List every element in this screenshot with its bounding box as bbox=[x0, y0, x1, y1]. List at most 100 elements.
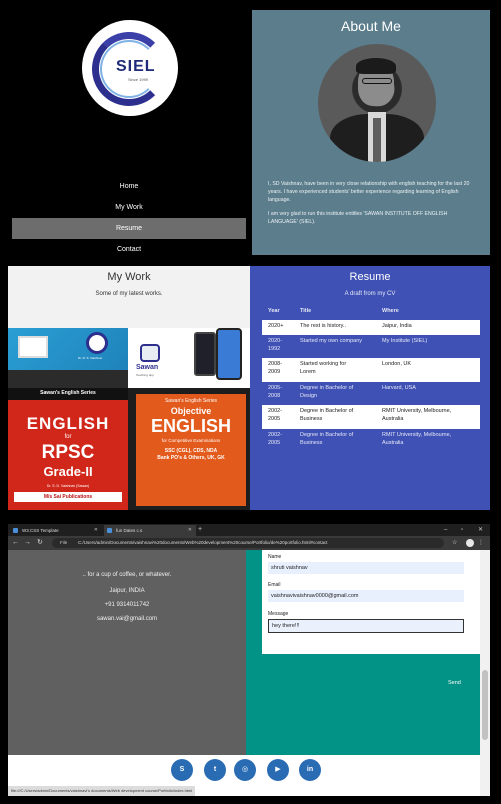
table-row: 2005- 2008 Degree in Bachelor of Design … bbox=[262, 382, 480, 405]
cell-title: Degree in Bachelor of Design bbox=[300, 385, 354, 399]
tab-label: W3.CSS Template bbox=[22, 528, 59, 533]
nav-item-resume[interactable]: Resume bbox=[12, 218, 246, 239]
resume-header-row: Year Title Where bbox=[262, 308, 480, 320]
maximize-icon[interactable]: ▫ bbox=[461, 525, 463, 535]
nav-item-my-work[interactable]: My Work bbox=[12, 197, 246, 218]
cell-where: London, UK bbox=[382, 361, 412, 367]
table-row: 2020- 1992 Started my own company My Ins… bbox=[262, 335, 480, 358]
table-row: 2008- 2009 Started working for Lorem Lon… bbox=[262, 358, 480, 382]
cell-title: Started working for Lorem bbox=[300, 361, 347, 375]
name-field[interactable]: shruti vaishnav bbox=[268, 562, 464, 574]
tab-label: fun Dates c.s bbox=[116, 528, 143, 533]
about-paragraph-1: I, SD Vaishnav, have been in very close … bbox=[268, 181, 470, 203]
skype-icon[interactable]: S bbox=[171, 759, 193, 781]
close-tab-icon[interactable]: ✕ bbox=[188, 525, 192, 536]
url-text: C:/Users/admin/Documents/vaishnavi%20doc… bbox=[78, 540, 328, 545]
middle-section: My Work Some of my latest works. Dr. R. … bbox=[0, 262, 501, 514]
tile-caption: Dr. R. S. Vaishnav bbox=[78, 356, 103, 360]
logo-tagline: Since 1999 bbox=[128, 77, 149, 82]
sidebar: SIEL Since 1999 Home My Work Resume Cont… bbox=[8, 10, 248, 255]
close-window-icon[interactable]: ✕ bbox=[478, 525, 483, 535]
resume-title: Resume bbox=[349, 271, 391, 283]
book-title-rpsc: RPSC bbox=[41, 442, 95, 463]
nav-item-contact[interactable]: Contact bbox=[12, 239, 246, 260]
cell-title: Degree in Bachelor of Business bbox=[300, 432, 354, 446]
tab-w3css-template[interactable]: W3.CSS Template ✕ bbox=[10, 525, 102, 536]
cell-where: Jaipur, India bbox=[382, 323, 412, 329]
back-arrow-icon[interactable]: ← bbox=[12, 539, 19, 547]
profile-avatar-icon[interactable] bbox=[466, 539, 474, 547]
contact-phone: +91 9314011742 bbox=[104, 602, 150, 608]
cell-where: RMIT University, Melbourne, Australia bbox=[382, 408, 452, 422]
table-row: 2002- 2005 Degree in Bachelor of Busines… bbox=[262, 429, 480, 453]
book-title-grade: Grade-II bbox=[43, 464, 93, 479]
url-field[interactable]: File C:/Users/admin/Documents/vaishnavi%… bbox=[52, 538, 444, 548]
work-subtitle: Some of my latest works. bbox=[95, 291, 163, 297]
cell-year: 2002- 2005 bbox=[268, 432, 283, 446]
address-bar: ← → ↻ File C:/Users/admin/Documents/vais… bbox=[8, 536, 490, 550]
work-tile-objective-book[interactable]: Sawan's English Series Objective ENGLISH… bbox=[128, 388, 250, 510]
minimize-icon[interactable]: – bbox=[444, 525, 447, 535]
cell-year: 2020- 1992 bbox=[268, 338, 283, 352]
message-field[interactable]: hey there!!! bbox=[268, 619, 464, 633]
page-scrollbar[interactable] bbox=[480, 550, 490, 796]
sawan-sub: Teaching app bbox=[136, 373, 154, 377]
message-label: Message bbox=[268, 611, 289, 617]
close-tab-icon[interactable]: ✕ bbox=[94, 525, 98, 536]
cell-where: My Institute (SIEL) bbox=[382, 338, 428, 344]
tab-fun-dates[interactable]: fun Dates c.s ✕ bbox=[104, 525, 196, 536]
cell-year: 2020+ bbox=[268, 323, 284, 329]
sidebar-nav: Home My Work Resume Contact bbox=[12, 176, 246, 260]
email-field[interactable]: vaishnavivaishnav0000@gmail.com bbox=[268, 590, 464, 602]
phone-mockup-2 bbox=[216, 328, 242, 380]
bookmark-star-icon[interactable]: ☆ bbox=[452, 539, 457, 547]
photo-glasses bbox=[362, 78, 392, 84]
cell-year: 2005- 2008 bbox=[268, 385, 283, 399]
table-row: 2002- 2005 Degree in Bachelor of Busines… bbox=[262, 405, 480, 429]
linkedin-icon[interactable]: in bbox=[299, 759, 321, 781]
col-title: Title bbox=[300, 308, 312, 314]
book-title-english: ENGLISH bbox=[26, 414, 110, 433]
cell-title: The rest is history.. bbox=[300, 323, 347, 329]
work-tile-rpsc-book[interactable]: Sawan's English Series ENGLISH for RPSC … bbox=[8, 388, 128, 510]
book-exams-2: Bank PO's & Others, UK, GK bbox=[157, 455, 225, 461]
twitter-icon[interactable]: t bbox=[204, 759, 226, 781]
nav-item-home[interactable]: Home bbox=[12, 176, 246, 197]
contact-form-panel: Name shruti vaishnav Email vaishnavivais… bbox=[246, 550, 480, 755]
youtube-icon[interactable]: ▶ bbox=[267, 759, 289, 781]
cell-where: RMIT University, Melbourne, Australia bbox=[382, 432, 452, 446]
work-tile-sawan-app[interactable]: Sawan Teaching app bbox=[128, 328, 250, 388]
logo-text: SIEL bbox=[116, 58, 156, 75]
cell-title: Degree in Bachelor of Business bbox=[300, 408, 354, 422]
book-series: Sawan's English Series bbox=[164, 398, 218, 404]
cell-where: Harvard, USA bbox=[382, 385, 416, 391]
book-publisher: M/s Sai Publications bbox=[14, 492, 122, 502]
new-tab-icon[interactable]: + bbox=[198, 525, 202, 535]
contact-form: Name shruti vaishnav Email vaishnavivais… bbox=[262, 550, 480, 654]
whiteboard bbox=[18, 336, 48, 358]
work-tile-classroom[interactable]: Dr. R. S. Vaishnav bbox=[8, 328, 128, 388]
reload-icon[interactable]: ↻ bbox=[37, 539, 43, 547]
photo-tie bbox=[373, 118, 381, 162]
status-bar-url: file:///C:/Users/admin/Documents/vaishna… bbox=[8, 786, 196, 796]
siel-logo: SIEL Since 1999 bbox=[82, 20, 178, 116]
send-button[interactable]: Send bbox=[448, 680, 461, 686]
resume-panel: Resume A draft from my CV Year Title Whe… bbox=[250, 266, 490, 510]
url-scheme-label: File bbox=[60, 540, 68, 545]
instagram-icon[interactable]: ◎ bbox=[234, 759, 256, 781]
contact-location: Jaipur, INDIA bbox=[109, 588, 145, 594]
contact-tagline: .. for a cup of coffee, or whatever. bbox=[82, 572, 172, 578]
phone-mockup-1 bbox=[194, 332, 216, 376]
page-favicon-icon bbox=[107, 528, 112, 533]
forward-arrow-icon[interactable]: → bbox=[24, 539, 31, 547]
about-panel: About Me I, SD Vaishnav, have been in ve… bbox=[252, 10, 490, 255]
cell-year: 2002- 2005 bbox=[268, 408, 283, 422]
email-label: Email bbox=[268, 582, 281, 588]
page-favicon-icon bbox=[13, 528, 18, 533]
browser-menu-icon[interactable]: ⋮ bbox=[478, 539, 484, 547]
table-row: 2020+ The rest is history.. Jaipur, Indi… bbox=[262, 320, 480, 335]
photo-hair bbox=[356, 58, 396, 74]
browser-window: W3.CSS Template ✕ fun Dates c.s ✕ + – ▫ … bbox=[8, 524, 490, 796]
scrollbar-thumb[interactable] bbox=[482, 670, 488, 740]
book-author: Dr. S. D. Vaishnav (Sawan) bbox=[46, 484, 90, 488]
